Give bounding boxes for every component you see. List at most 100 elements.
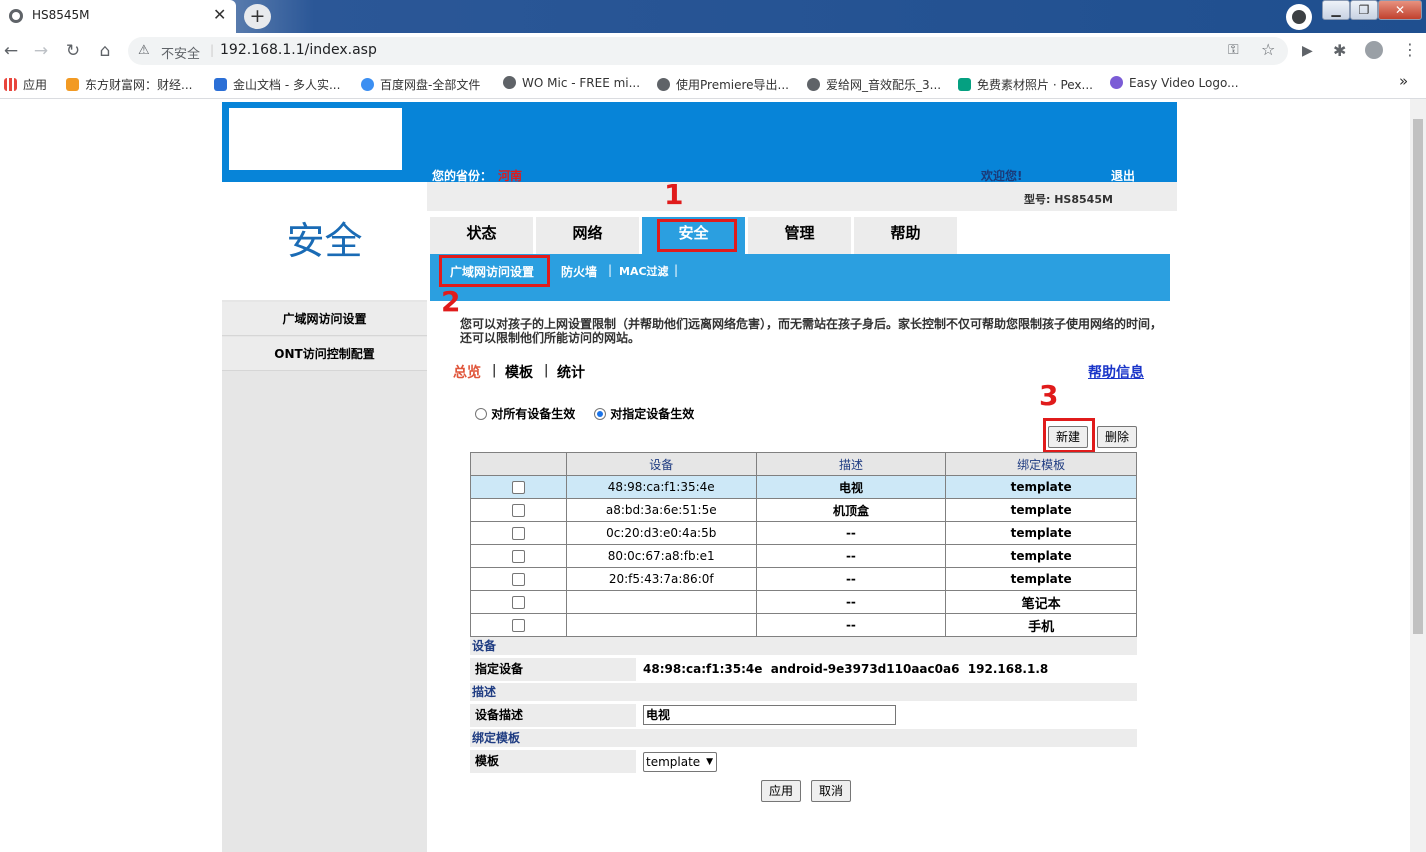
new-button[interactable]: 新建 <box>1048 426 1088 448</box>
description-label: 设备描述 <box>470 704 636 727</box>
radio-all-devices[interactable]: 对所有设备生效 <box>475 405 575 422</box>
bookmark-icon <box>361 78 374 91</box>
radio-specified-devices[interactable]: 对指定设备生效 <box>594 405 694 422</box>
table-row[interactable]: -- 笔记本 <box>470 590 1137 614</box>
extensions-icon[interactable]: ✱ <box>1333 41 1346 60</box>
bookmark-apps[interactable]: 应用 <box>4 76 47 93</box>
row-checkbox[interactable] <box>511 550 525 563</box>
model-label: 型号: HS8545M <box>1024 193 1113 206</box>
globe-icon <box>503 76 516 89</box>
bookmark-item[interactable]: 爱给网_音效配乐_3... <box>807 76 941 93</box>
warning-icon[interactable]: ⚠ <box>138 43 150 58</box>
bookmark-item[interactable]: WO Mic - FREE mi... <box>503 76 640 90</box>
template-section-header: 绑定模板 <box>470 729 1137 747</box>
row-checkbox[interactable] <box>511 619 525 632</box>
table-row[interactable]: 80:0c:67:a8:fb:e1 -- template <box>470 544 1137 568</box>
browser-tab[interactable]: HS8545M ✕ <box>0 0 236 33</box>
radio-button[interactable] <box>475 408 487 420</box>
template-cell: template <box>945 475 1137 499</box>
bookmark-item[interactable]: 使用Premiere导出... <box>657 76 789 93</box>
row-checkbox[interactable] <box>511 504 525 517</box>
bookmark-item[interactable]: 金山文档 - 多人实... <box>214 76 340 93</box>
new-tab-button[interactable]: + <box>244 4 271 29</box>
media-icon[interactable]: ▶ <box>1302 43 1313 59</box>
forward-icon[interactable]: → <box>30 40 52 62</box>
cancel-button[interactable]: 取消 <box>811 780 851 802</box>
profile-icon[interactable] <box>1365 41 1383 59</box>
view-tab-statistics[interactable]: 统计 <box>557 362 585 382</box>
address-bar[interactable]: ⚠ 不安全 | 192.168.1.1/index.asp ⚿ ☆ <box>128 37 1288 65</box>
header-select <box>470 452 567 476</box>
row-checkbox-cell <box>470 475 567 499</box>
template-cell: template <box>945 521 1137 545</box>
menu-icon[interactable]: ⋮ <box>1402 40 1418 59</box>
description-input[interactable]: 电视 <box>643 705 896 725</box>
tab-management[interactable]: 管理 <box>748 217 851 254</box>
device-cell <box>565 590 757 614</box>
tab-help[interactable]: 帮助 <box>854 217 957 254</box>
chrome-menu-icon[interactable] <box>1286 4 1312 30</box>
home-icon[interactable]: ⌂ <box>94 40 116 62</box>
sidebar-item-ont-access[interactable]: ONT访问控制配置 <box>222 337 427 371</box>
description-cell: -- <box>755 590 947 614</box>
help-info-link[interactable]: 帮助信息 <box>1088 362 1144 382</box>
template-select-value: template <box>646 755 701 769</box>
description-cell: -- <box>755 544 947 568</box>
device-cell: 48:98:ca:f1:35:4e <box>565 475 757 499</box>
radio-button[interactable] <box>594 408 606 420</box>
row-checkbox[interactable] <box>511 527 525 540</box>
star-icon[interactable]: ☆ <box>1261 40 1275 59</box>
description-section-header: 描述 <box>470 683 1137 701</box>
description-cell: 电视 <box>755 475 947 499</box>
table-header-row: 设备 描述 绑定模板 <box>470 452 1137 476</box>
description-text: 您可以对孩子的上网设置限制（并帮助他们远离网络危害），而无需站在孩子身后。家长控… <box>460 317 1163 345</box>
row-checkbox[interactable] <box>511 573 525 586</box>
subnav-mac-filter[interactable]: MAC过滤 <box>619 263 669 279</box>
device-cell: 20:f5:43:7a:86:0f <box>565 567 757 591</box>
description-cell: -- <box>755 521 947 545</box>
table-row[interactable]: 0c:20:d3:e0:4a:5b -- template <box>470 521 1137 545</box>
view-tab-template[interactable]: 模板 <box>505 362 533 382</box>
annotation-box-1 <box>657 219 737 252</box>
bookmark-item[interactable]: 免费素材照片 · Pex... <box>958 76 1093 93</box>
delete-button[interactable]: 删除 <box>1097 426 1137 448</box>
description-cell: -- <box>755 613 947 637</box>
tab-title: HS8545M <box>32 8 90 22</box>
annotation-1: 1 <box>664 178 684 211</box>
bookmark-item[interactable]: 百度网盘-全部文件 <box>361 76 480 93</box>
row-checkbox-cell <box>470 567 567 591</box>
close-tab-icon[interactable]: ✕ <box>213 5 226 24</box>
url-text[interactable]: 192.168.1.1/index.asp <box>220 42 377 58</box>
tab-network[interactable]: 网络 <box>536 217 639 254</box>
device-cell: 0c:20:d3:e0:4a:5b <box>565 521 757 545</box>
bookmark-item[interactable]: 东方财富网：财经... <box>66 76 192 93</box>
table-row[interactable]: 20:f5:43:7a:86:0f -- template <box>470 567 1137 591</box>
row-checkbox-cell <box>470 521 567 545</box>
more-bookmarks-icon[interactable]: » <box>1399 72 1408 90</box>
bookmark-item[interactable]: Easy Video Logo... <box>1110 76 1239 90</box>
back-icon[interactable]: ← <box>0 40 22 62</box>
logo <box>229 108 402 170</box>
row-checkbox[interactable] <box>511 596 525 609</box>
sidebar-item-wan-access[interactable]: 广域网访问设置 <box>222 302 427 336</box>
scrollbar[interactable] <box>1410 99 1426 852</box>
template-select[interactable]: template ▼ <box>643 752 717 772</box>
table-row[interactable]: -- 手机 <box>470 613 1137 637</box>
minimize-button[interactable]: ▁ <box>1322 0 1350 20</box>
scrollbar-thumb[interactable] <box>1413 119 1423 634</box>
key-icon[interactable]: ⚿ <box>1228 42 1239 58</box>
table-row[interactable]: 48:98:ca:f1:35:4e 电视 template <box>470 475 1137 499</box>
apply-button[interactable]: 应用 <box>761 780 801 802</box>
view-tab-overview[interactable]: 总览 <box>453 362 481 382</box>
table-row[interactable]: a8:bd:3a:6e:51:5e 机顶盒 template <box>470 498 1137 522</box>
template-cell: 手机 <box>945 613 1137 637</box>
maximize-button[interactable]: ❐ <box>1350 0 1378 20</box>
close-window-button[interactable]: ✕ <box>1378 0 1422 20</box>
reload-icon[interactable]: ↻ <box>62 40 84 62</box>
tab-status[interactable]: 状态 <box>430 217 533 254</box>
row-checkbox[interactable] <box>511 481 525 494</box>
divider: | <box>674 263 679 277</box>
bookmark-icon <box>66 78 79 91</box>
header-device: 设备 <box>565 452 757 476</box>
subnav-firewall[interactable]: 防火墙 <box>561 263 597 280</box>
